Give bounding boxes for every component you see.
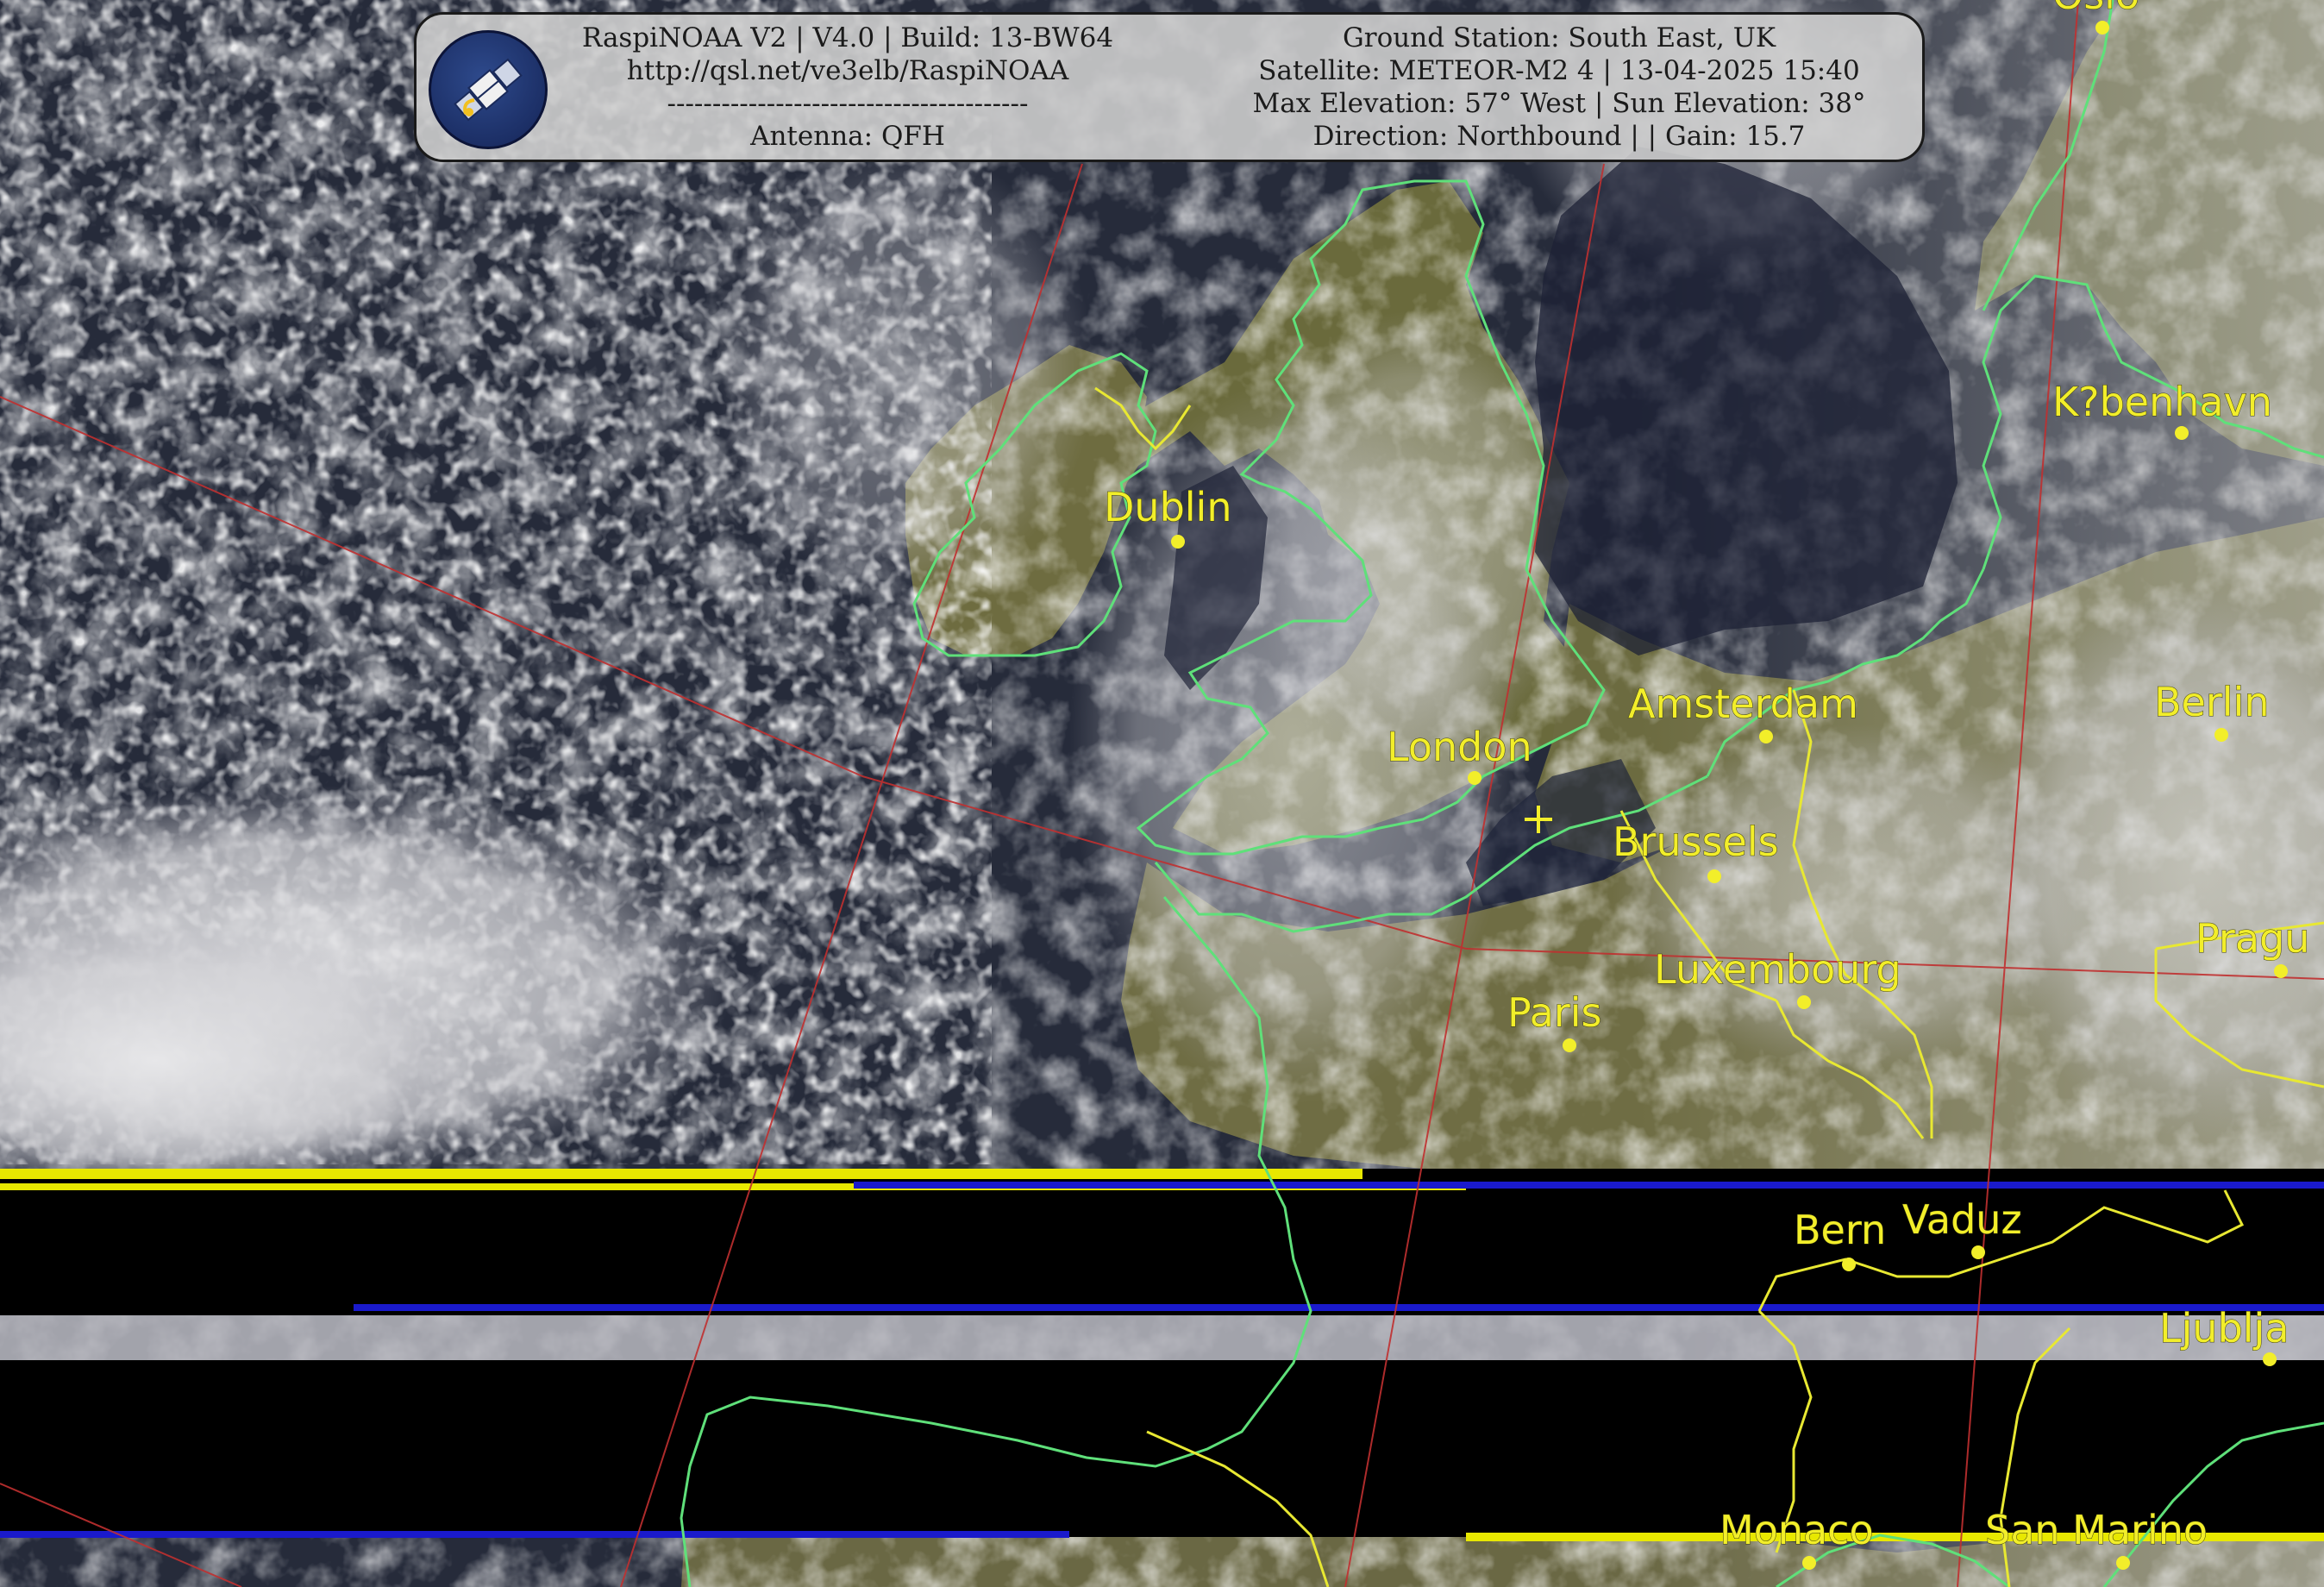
coastlines <box>680 0 2324 1587</box>
ground-station-line: Ground Station: South East, UK <box>1343 22 1776 53</box>
city-london: London <box>1387 724 1532 785</box>
project-url-line: http://qsl.net/ve3elb/RaspiNOAA <box>626 55 1069 86</box>
station-info-left: RaspiNOAA V2 | V4.0 | Build: 13-BW64 htt… <box>563 22 1132 153</box>
app-version-line: RaspiNOAA V2 | V4.0 | Build: 13-BW64 <box>581 22 1114 53</box>
city-label-monaco: Monaco <box>1720 1507 1874 1553</box>
city-label-ljubljana: Ljublja <box>2159 1305 2290 1352</box>
city-monaco: Monaco <box>1720 1507 1874 1570</box>
city-berlin: Berlin <box>2154 679 2270 742</box>
city-dublin: Dublin <box>1104 484 1232 549</box>
city-label-oslo: Oslo <box>2052 0 2139 18</box>
city-label-san-marino: San Marino <box>1985 1507 2208 1553</box>
direction-gain-line: Direction: Northbound | | Gain: 15.7 <box>1312 121 1806 152</box>
city-label-vaduz: Vaduz <box>1902 1196 2022 1243</box>
city-vaduz: Vaduz <box>1902 1196 2022 1259</box>
city-oslo: Oslo <box>2052 0 2140 34</box>
city-label-brussels: Brussels <box>1613 819 1779 865</box>
map-overlay: Oslo K?benhavn Dublin Amsterdam Berlin L… <box>0 0 2324 1587</box>
city-luxembourg: Luxembourg <box>1654 946 1901 1009</box>
station-info-right: Ground Station: South East, UK Satellite… <box>1210 22 1908 153</box>
satellite-line: Satellite: METEOR-M2 4 | 13-04-2025 15:4… <box>1258 55 1860 86</box>
pass-info-panel: RaspiNOAA V2 | V4.0 | Build: 13-BW64 htt… <box>414 12 1925 162</box>
city-brussels: Brussels <box>1613 819 1779 883</box>
city-label-luxembourg: Luxembourg <box>1654 946 1901 993</box>
city-label-london: London <box>1387 724 1532 770</box>
city-label-berlin: Berlin <box>2154 679 2270 725</box>
city-paris: Paris <box>1507 989 1602 1052</box>
city-label-amsterdam: Amsterdam <box>1628 681 1858 727</box>
graticule <box>0 0 2324 1587</box>
city-label-bern: Bern <box>1794 1207 1886 1253</box>
ground-station-marker <box>1525 806 1552 833</box>
satellite-map-view: Oslo K?benhavn Dublin Amsterdam Berlin L… <box>0 0 2324 1587</box>
elevation-line: Max Elevation: 57° West | Sun Elevation:… <box>1252 88 1866 119</box>
city-label-kobenhavn: K?benhavn <box>2052 379 2272 425</box>
city-label-prague: Pragu <box>2196 915 2309 962</box>
city-prague: Pragu <box>2196 915 2310 978</box>
satellite-icon <box>429 30 548 149</box>
city-amsterdam: Amsterdam <box>1628 681 1858 743</box>
city-label-paris: Paris <box>1507 989 1602 1036</box>
city-san-marino: San Marino <box>1985 1507 2208 1570</box>
antenna-line: Antenna: QFH <box>750 121 945 152</box>
city-markers: Oslo K?benhavn Dublin Amsterdam Berlin L… <box>1104 0 2310 1570</box>
city-kobenhavn: K?benhavn <box>2052 379 2272 440</box>
separator-line: ---------------------------------------- <box>667 88 1029 119</box>
city-ljubljana: Ljublja <box>2159 1305 2290 1366</box>
city-label-dublin: Dublin <box>1104 484 1232 530</box>
